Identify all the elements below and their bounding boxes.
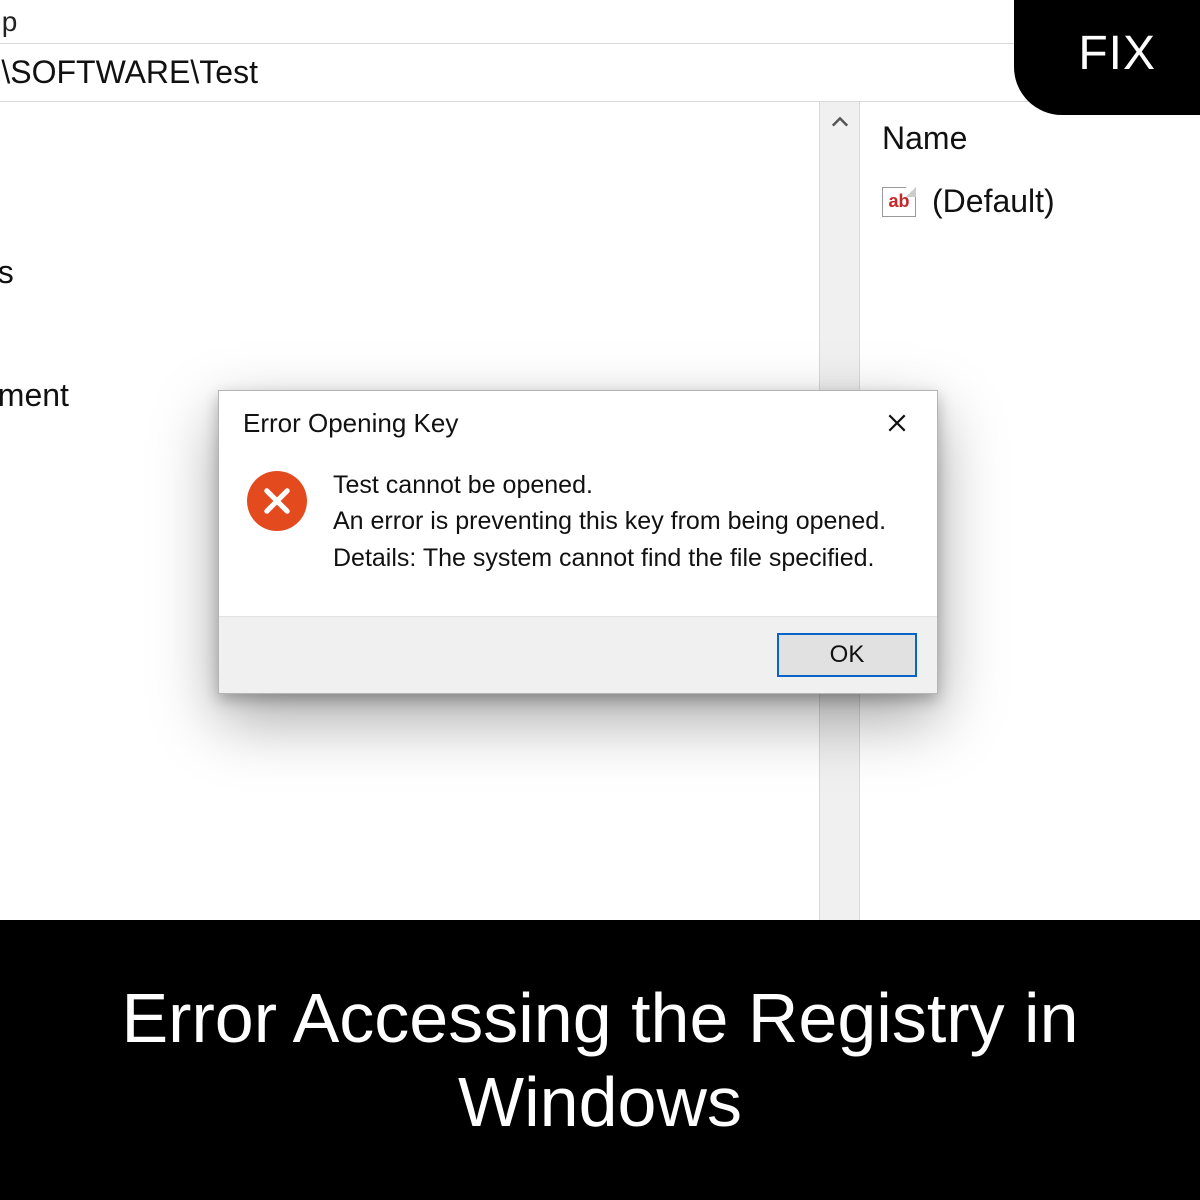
tree-item[interactable]: [0, 142, 819, 170]
string-value-icon: ab: [882, 187, 916, 217]
close-icon: [886, 412, 908, 434]
dialog-titlebar[interactable]: Error Opening Key: [219, 391, 937, 451]
dialog-footer: OK: [219, 616, 937, 693]
chevron-up-icon: [831, 113, 849, 131]
fix-badge: FIX: [1014, 0, 1200, 115]
menu-help[interactable]: elp: [0, 6, 17, 38]
address-path: E\SOFTWARE\Test: [0, 54, 258, 91]
dialog-title: Error Opening Key: [243, 408, 458, 439]
dialog-close-button[interactable]: [875, 405, 919, 441]
article-caption: Error Accessing the Registry in Windows: [0, 920, 1200, 1200]
dialog-line2: An error is preventing this key from bei…: [333, 503, 886, 539]
error-icon: [247, 471, 307, 531]
ok-button[interactable]: OK: [777, 633, 917, 677]
dialog-line3: Details: The system cannot find the file…: [333, 540, 886, 576]
error-dialog: Error Opening Key Test cannot be opened.…: [218, 390, 938, 694]
scroll-up-button[interactable]: [820, 102, 859, 142]
column-header-name[interactable]: Name: [882, 120, 1200, 157]
dialog-message: Test cannot be opened. An error is preve…: [333, 467, 886, 576]
dialog-line1: Test cannot be opened.: [333, 467, 886, 503]
value-name: (Default): [932, 183, 1055, 220]
tree-item[interactable]: es: [0, 240, 819, 305]
tree-item[interactable]: [0, 305, 819, 333]
value-row-default[interactable]: ab (Default): [882, 183, 1200, 220]
